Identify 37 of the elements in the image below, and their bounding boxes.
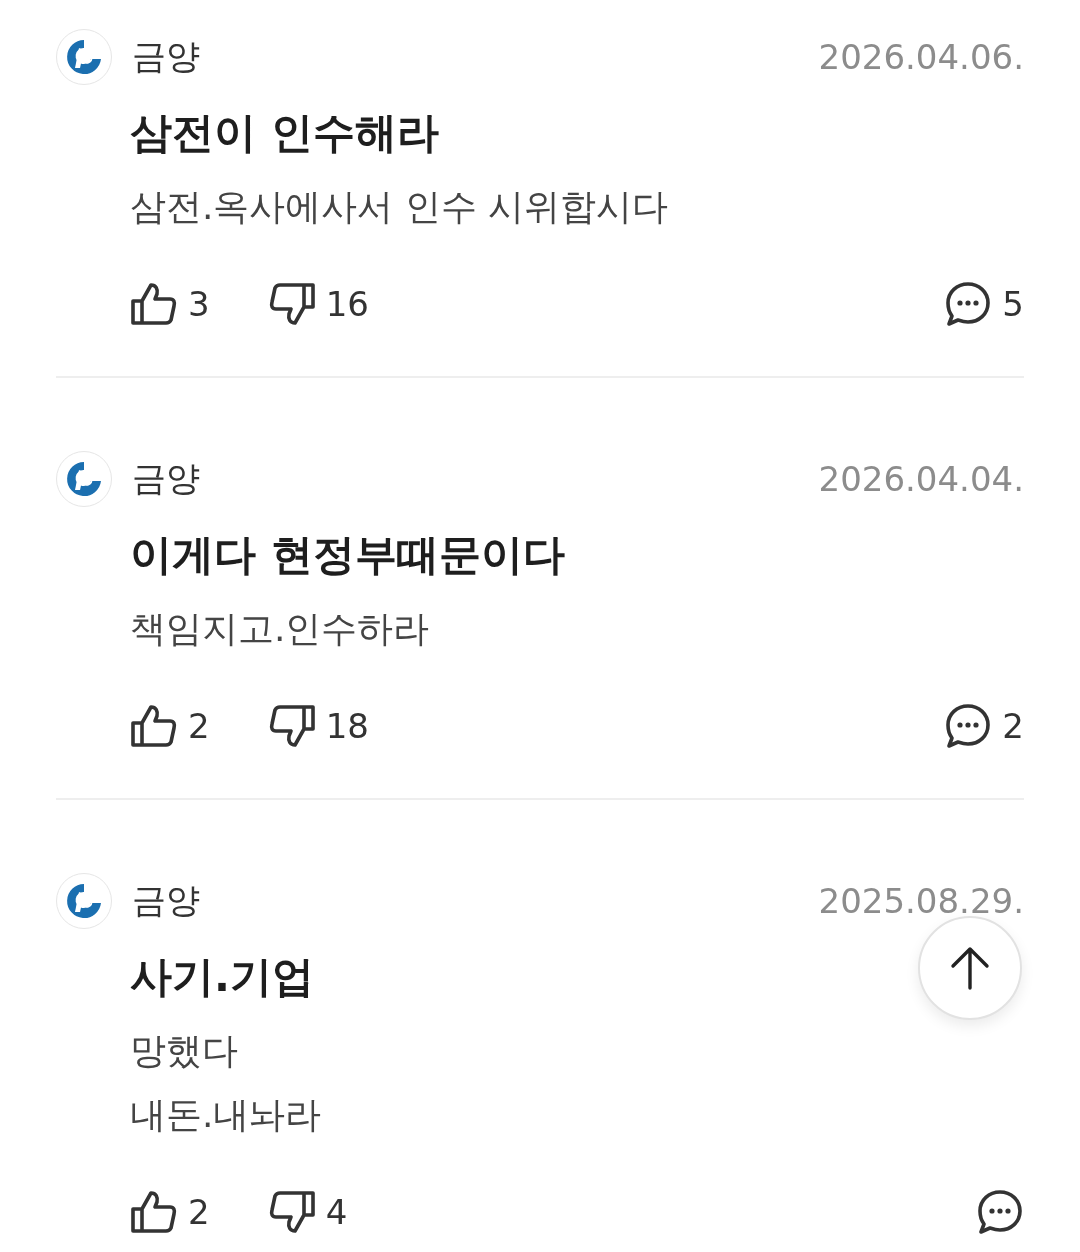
post-date: 2025.08.29. bbox=[818, 881, 1024, 921]
like-button[interactable]: 3 bbox=[130, 281, 210, 327]
thumbs-up-icon bbox=[130, 703, 178, 749]
dislike-button[interactable]: 18 bbox=[267, 703, 369, 749]
post-body: 망했다 내돈.내놔라 bbox=[130, 1029, 322, 1137]
post-title: 사기.기업 bbox=[130, 951, 314, 1003]
comment-icon bbox=[976, 1188, 1024, 1236]
comment-icon bbox=[944, 280, 993, 328]
dislike-button[interactable]: 4 bbox=[267, 1189, 348, 1235]
author-avatar[interactable] bbox=[56, 29, 112, 85]
post-body: 삼전.옥사에사서 인수 시위합시다 bbox=[130, 185, 669, 229]
author-name: 금양 bbox=[132, 879, 200, 922]
thumbs-down-icon bbox=[267, 703, 316, 749]
thumbs-down-icon bbox=[267, 1189, 316, 1235]
thumbs-up-icon bbox=[130, 281, 178, 327]
comment-button[interactable]: 5 bbox=[944, 280, 1024, 328]
comment-button[interactable]: 2 bbox=[944, 702, 1024, 750]
logo-icon bbox=[65, 38, 103, 76]
thumbs-down-icon bbox=[267, 281, 316, 327]
arrow-up-icon bbox=[950, 946, 990, 990]
author-name: 금양 bbox=[132, 457, 200, 500]
post-body: 책임지고.인수하라 bbox=[130, 607, 430, 651]
author-name: 금양 bbox=[132, 35, 200, 78]
post-title: 이게다 현정부때문이다 bbox=[130, 529, 565, 581]
post-date: 2026.04.06. bbox=[818, 37, 1024, 77]
comment-button[interactable] bbox=[976, 1188, 1024, 1236]
logo-icon bbox=[65, 460, 103, 498]
author-avatar[interactable] bbox=[56, 451, 112, 507]
author-avatar[interactable] bbox=[56, 873, 112, 929]
comment-icon bbox=[944, 702, 993, 750]
post-date: 2026.04.04. bbox=[818, 459, 1024, 499]
thumbs-up-icon bbox=[130, 1189, 178, 1235]
like-button[interactable]: 2 bbox=[130, 703, 210, 749]
post-title: 삼전이 인수해라 bbox=[130, 107, 439, 159]
dislike-button[interactable]: 16 bbox=[267, 281, 369, 327]
like-button[interactable]: 2 bbox=[130, 1189, 210, 1235]
logo-icon bbox=[65, 882, 103, 920]
